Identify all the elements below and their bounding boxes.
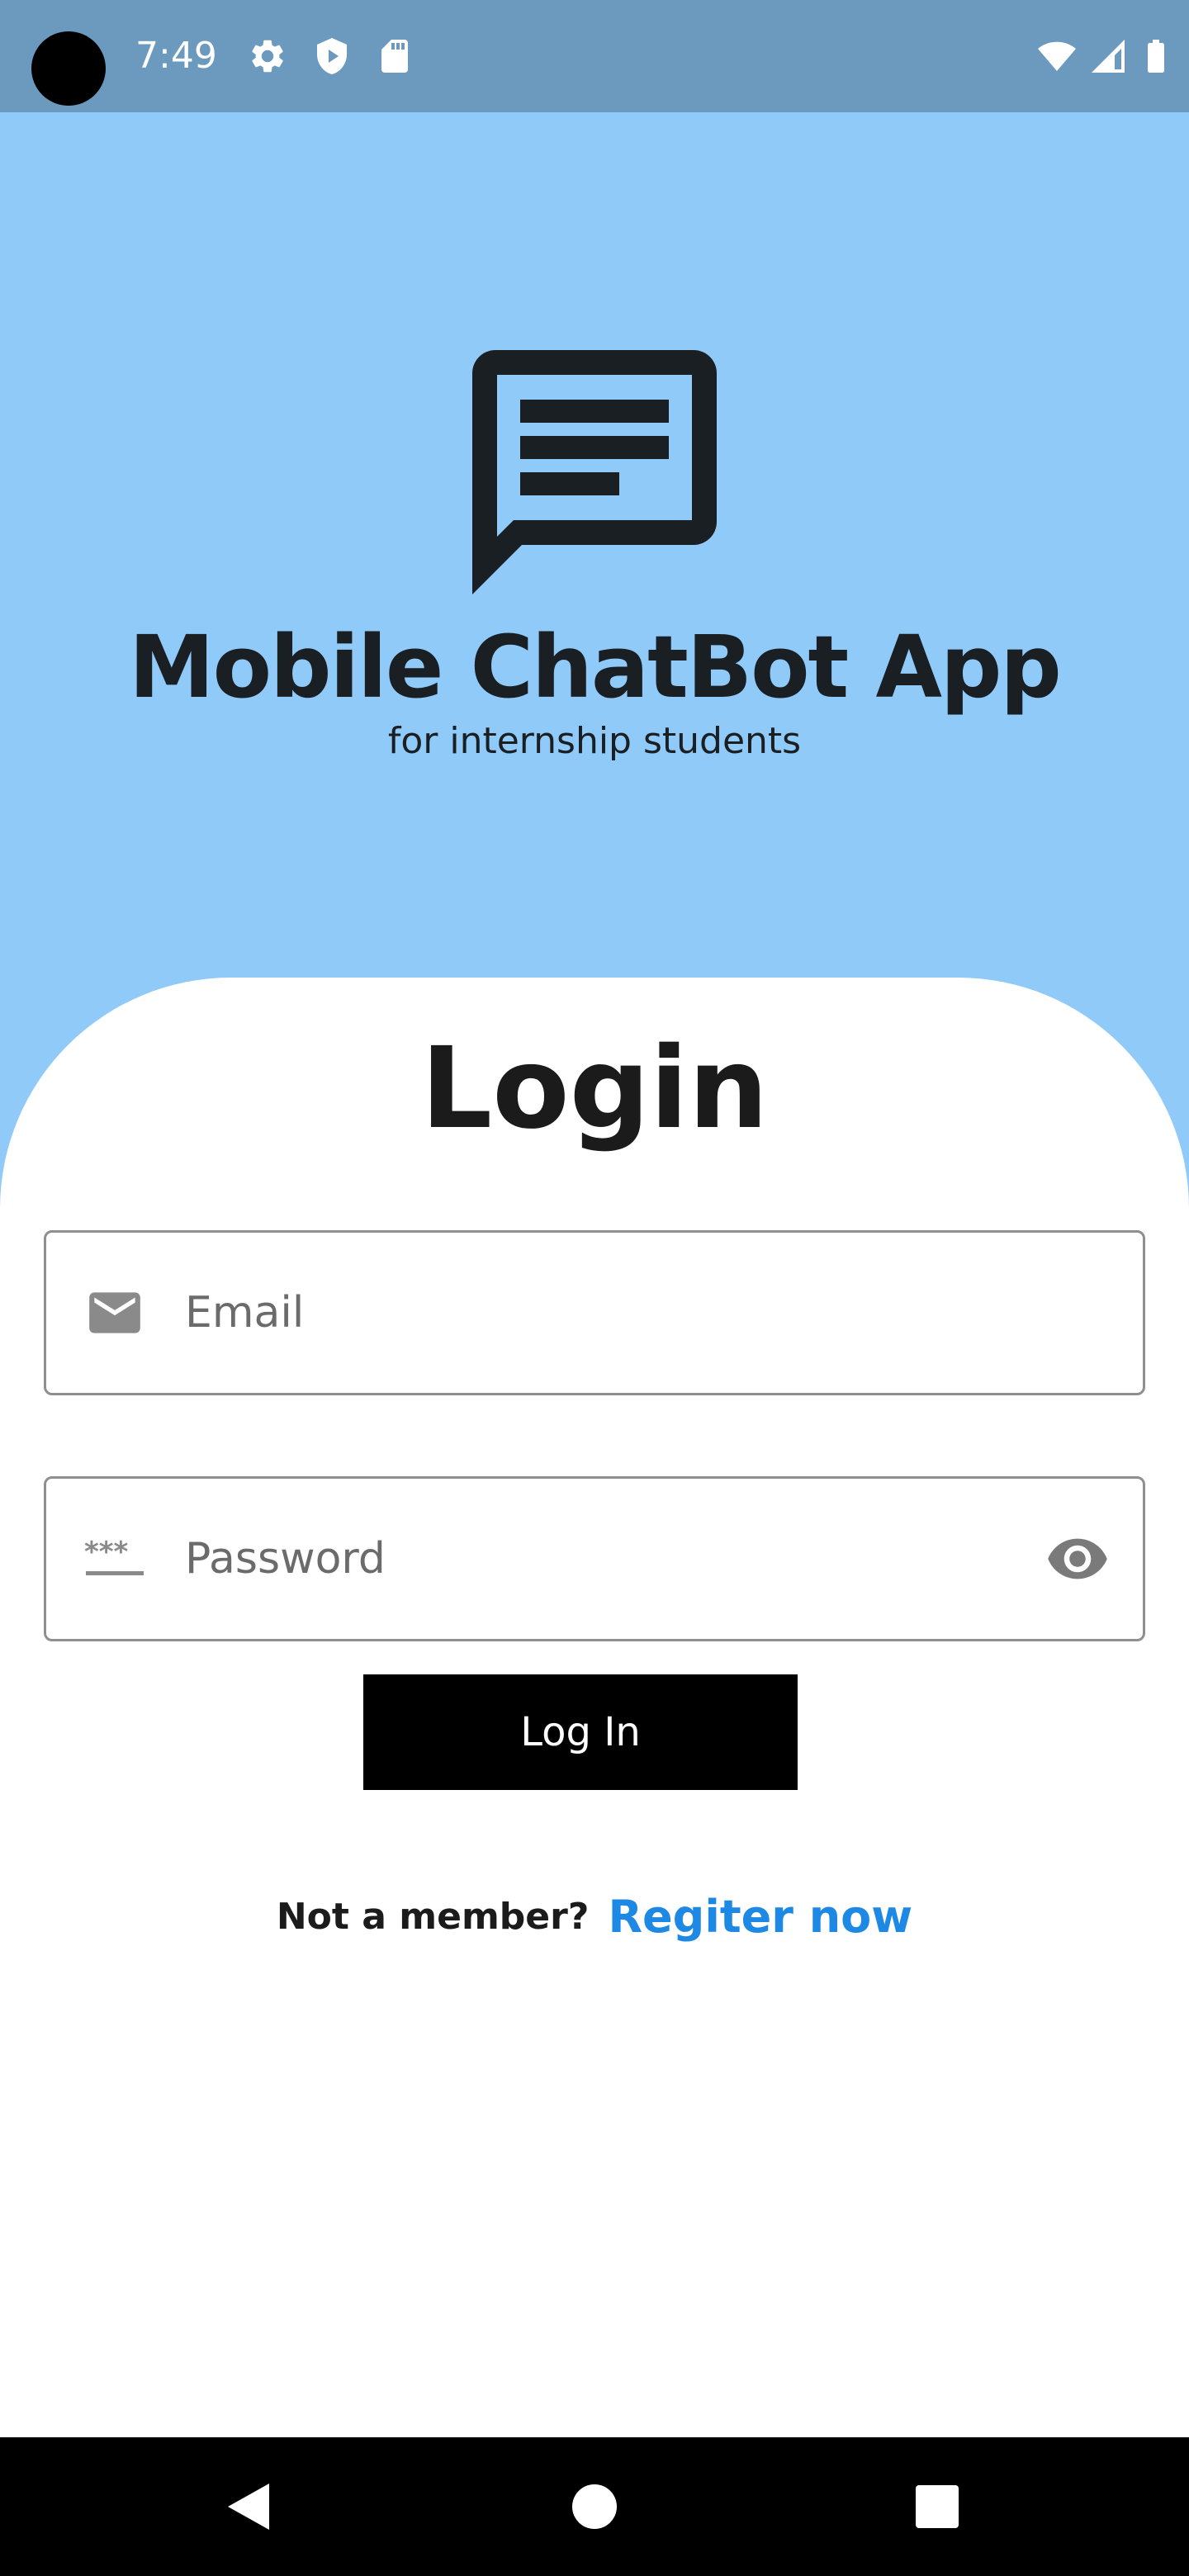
email-field[interactable]: [44, 1230, 1145, 1395]
chat-message-icon: [472, 350, 717, 594]
settings-icon: [252, 40, 283, 73]
battery-icon: [1148, 40, 1164, 73]
sd-card-icon: [381, 40, 408, 73]
status-bar: 7:49: [0, 0, 1189, 112]
login-heading: Login: [420, 1024, 769, 1154]
password-input[interactable]: [185, 1479, 1060, 1639]
app-subtitle: for internship students: [387, 720, 802, 762]
password-field[interactable]: ***: [44, 1476, 1145, 1641]
register-link[interactable]: Regiter now: [608, 1891, 912, 1943]
home-icon[interactable]: [553, 2465, 636, 2548]
shield-icon: [317, 38, 347, 74]
back-icon[interactable]: [206, 2465, 289, 2548]
cell-signal-icon: [1092, 40, 1125, 73]
status-time: 7:49: [135, 35, 217, 77]
navigation-bar: [0, 2437, 1189, 2576]
mail-icon: [89, 1292, 140, 1333]
wifi-icon: [1038, 41, 1076, 71]
camera-cutout: [31, 31, 106, 106]
login-button[interactable]: Log In: [363, 1674, 798, 1790]
register-row: Not a member? Regiter now: [0, 1891, 1189, 1943]
email-input[interactable]: [185, 1233, 1060, 1393]
password-icon: ***: [84, 1536, 144, 1575]
recents-icon[interactable]: [896, 2465, 978, 2548]
eye-icon[interactable]: [1045, 1527, 1110, 1591]
svg-text:***: ***: [84, 1536, 129, 1569]
register-prompt: Not a member?: [276, 1896, 590, 1938]
app-title: Mobile ChatBot App: [129, 617, 1062, 717]
